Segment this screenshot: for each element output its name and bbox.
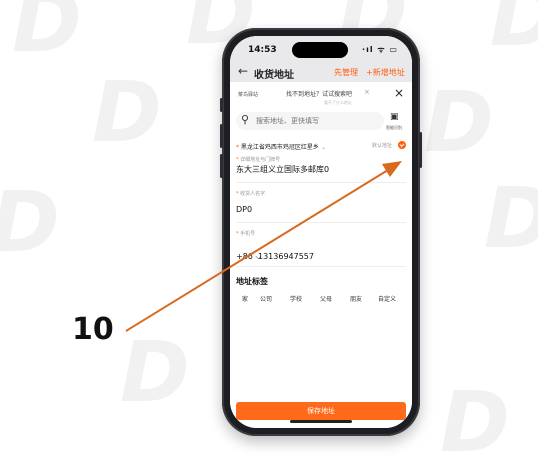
arrow-line (125, 169, 389, 332)
arrowhead-icon (382, 161, 402, 177)
annotation-arrow (125, 161, 402, 332)
